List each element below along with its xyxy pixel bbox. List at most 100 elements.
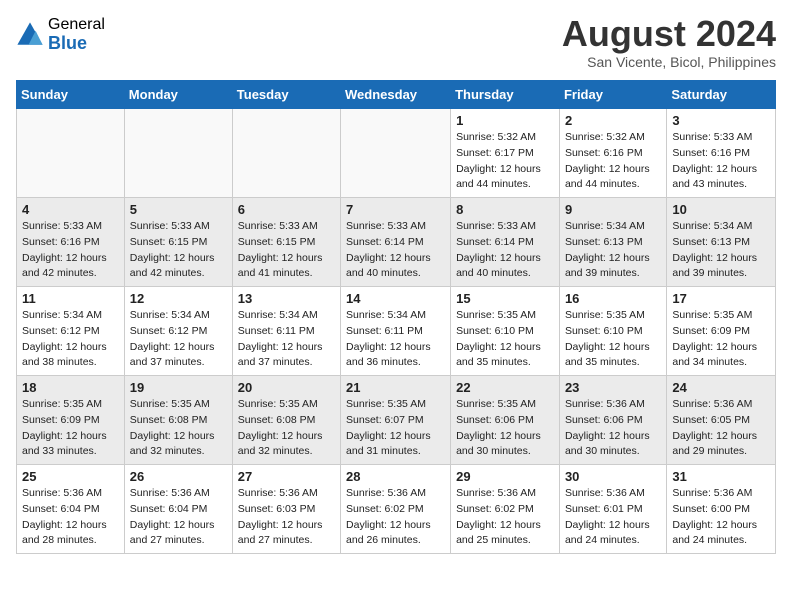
logo-text: General Blue: [48, 16, 105, 53]
day-number: 23: [565, 380, 661, 395]
day-info: Sunrise: 5:35 AM Sunset: 6:10 PM Dayligh…: [456, 308, 554, 371]
day-info: Sunrise: 5:33 AM Sunset: 6:15 PM Dayligh…: [238, 219, 335, 282]
day-number: 12: [130, 291, 227, 306]
calendar-week-row: 4 Sunrise: 5:33 AM Sunset: 6:16 PM Daylig…: [17, 198, 776, 287]
day-info: Sunrise: 5:34 AM Sunset: 6:13 PM Dayligh…: [565, 219, 661, 282]
calendar-cell: 22 Sunrise: 5:35 AM Sunset: 6:06 PM Dayli…: [451, 376, 560, 465]
logo-icon: [16, 21, 44, 49]
day-number: 14: [346, 291, 445, 306]
calendar-cell: 19 Sunrise: 5:35 AM Sunset: 6:08 PM Dayli…: [124, 376, 232, 465]
logo: General Blue: [16, 16, 105, 53]
calendar-cell: [341, 109, 451, 198]
day-info: Sunrise: 5:35 AM Sunset: 6:08 PM Dayligh…: [130, 397, 227, 460]
calendar-cell: [17, 109, 125, 198]
calendar-cell: 3 Sunrise: 5:33 AM Sunset: 6:16 PM Daylig…: [667, 109, 776, 198]
day-number: 13: [238, 291, 335, 306]
calendar-cell: 5 Sunrise: 5:33 AM Sunset: 6:15 PM Daylig…: [124, 198, 232, 287]
day-info: Sunrise: 5:36 AM Sunset: 6:06 PM Dayligh…: [565, 397, 661, 460]
page-header: General Blue August 2024 San Vicente, Bi…: [16, 16, 776, 70]
calendar-cell: 24Sunrise: 5:36 AM Sunset: 6:05 PM Dayli…: [667, 376, 776, 465]
day-number: 8: [456, 202, 554, 217]
day-info: Sunrise: 5:36 AM Sunset: 6:02 PM Dayligh…: [346, 486, 445, 549]
calendar-cell: 1 Sunrise: 5:32 AM Sunset: 6:17 PM Daylig…: [451, 109, 560, 198]
day-number: 5: [130, 202, 227, 217]
day-info: Sunrise: 5:34 AM Sunset: 6:13 PM Dayligh…: [672, 219, 770, 282]
day-number: 9: [565, 202, 661, 217]
day-info: Sunrise: 5:35 AM Sunset: 6:07 PM Dayligh…: [346, 397, 445, 460]
calendar-cell: 31 Sunrise: 5:36 AM Sunset: 6:00 PM Dayli…: [667, 465, 776, 554]
day-info: Sunrise: 5:33 AM Sunset: 6:16 PM Dayligh…: [672, 130, 770, 193]
calendar-cell: 2Sunrise: 5:32 AM Sunset: 6:16 PM Daylig…: [559, 109, 666, 198]
calendar-cell: [124, 109, 232, 198]
day-info: Sunrise: 5:33 AM Sunset: 6:14 PM Dayligh…: [456, 219, 554, 282]
calendar-cell: 27 Sunrise: 5:36 AM Sunset: 6:03 PM Dayli…: [232, 465, 340, 554]
weekday-header-saturday: Saturday: [667, 81, 776, 109]
calendar-cell: 26 Sunrise: 5:36 AM Sunset: 6:04 PM Dayli…: [124, 465, 232, 554]
weekday-header-wednesday: Wednesday: [341, 81, 451, 109]
calendar-cell: 7Sunrise: 5:33 AM Sunset: 6:14 PM Daylig…: [341, 198, 451, 287]
calendar-week-row: 11 Sunrise: 5:34 AM Sunset: 6:12 PM Dayli…: [17, 287, 776, 376]
day-info: Sunrise: 5:33 AM Sunset: 6:15 PM Dayligh…: [130, 219, 227, 282]
calendar-cell: [232, 109, 340, 198]
day-info: Sunrise: 5:35 AM Sunset: 6:10 PM Dayligh…: [565, 308, 661, 371]
calendar-cell: 23 Sunrise: 5:36 AM Sunset: 6:06 PM Dayli…: [559, 376, 666, 465]
day-number: 10: [672, 202, 770, 217]
calendar-cell: 9 Sunrise: 5:34 AM Sunset: 6:13 PM Daylig…: [559, 198, 666, 287]
weekday-header-thursday: Thursday: [451, 81, 560, 109]
day-info: Sunrise: 5:32 AM Sunset: 6:17 PM Dayligh…: [456, 130, 554, 193]
calendar-cell: 12 Sunrise: 5:34 AM Sunset: 6:12 PM Dayli…: [124, 287, 232, 376]
day-info: Sunrise: 5:34 AM Sunset: 6:12 PM Dayligh…: [22, 308, 119, 371]
calendar-cell: 16 Sunrise: 5:35 AM Sunset: 6:10 PM Dayli…: [559, 287, 666, 376]
day-number: 28: [346, 469, 445, 484]
calendar-cell: 25 Sunrise: 5:36 AM Sunset: 6:04 PM Dayli…: [17, 465, 125, 554]
day-number: 31: [672, 469, 770, 484]
location: San Vicente, Bicol, Philippines: [562, 54, 776, 70]
day-info: Sunrise: 5:36 AM Sunset: 6:04 PM Dayligh…: [130, 486, 227, 549]
day-info: Sunrise: 5:35 AM Sunset: 6:06 PM Dayligh…: [456, 397, 554, 460]
day-info: Sunrise: 5:35 AM Sunset: 6:09 PM Dayligh…: [672, 308, 770, 371]
day-number: 1: [456, 113, 554, 128]
calendar-week-row: 1 Sunrise: 5:32 AM Sunset: 6:17 PM Daylig…: [17, 109, 776, 198]
calendar-week-row: 25 Sunrise: 5:36 AM Sunset: 6:04 PM Dayli…: [17, 465, 776, 554]
calendar-cell: 6Sunrise: 5:33 AM Sunset: 6:15 PM Daylig…: [232, 198, 340, 287]
calendar-week-row: 18 Sunrise: 5:35 AM Sunset: 6:09 PM Dayli…: [17, 376, 776, 465]
day-info: Sunrise: 5:36 AM Sunset: 6:03 PM Dayligh…: [238, 486, 335, 549]
day-number: 16: [565, 291, 661, 306]
weekday-header-tuesday: Tuesday: [232, 81, 340, 109]
day-info: Sunrise: 5:34 AM Sunset: 6:12 PM Dayligh…: [130, 308, 227, 371]
day-number: 4: [22, 202, 119, 217]
day-info: Sunrise: 5:34 AM Sunset: 6:11 PM Dayligh…: [238, 308, 335, 371]
calendar-cell: 29 Sunrise: 5:36 AM Sunset: 6:02 PM Dayli…: [451, 465, 560, 554]
day-number: 24: [672, 380, 770, 395]
calendar-cell: 11 Sunrise: 5:34 AM Sunset: 6:12 PM Dayli…: [17, 287, 125, 376]
logo-blue: Blue: [48, 34, 105, 54]
calendar-cell: 30Sunrise: 5:36 AM Sunset: 6:01 PM Dayli…: [559, 465, 666, 554]
day-info: Sunrise: 5:36 AM Sunset: 6:00 PM Dayligh…: [672, 486, 770, 549]
day-number: 20: [238, 380, 335, 395]
day-number: 25: [22, 469, 119, 484]
day-number: 11: [22, 291, 119, 306]
calendar-cell: 20Sunrise: 5:35 AM Sunset: 6:08 PM Dayli…: [232, 376, 340, 465]
title-block: August 2024 San Vicente, Bicol, Philippi…: [562, 16, 776, 70]
month-year: August 2024: [562, 16, 776, 52]
day-number: 21: [346, 380, 445, 395]
day-info: Sunrise: 5:36 AM Sunset: 6:04 PM Dayligh…: [22, 486, 119, 549]
day-number: 17: [672, 291, 770, 306]
day-info: Sunrise: 5:33 AM Sunset: 6:16 PM Dayligh…: [22, 219, 119, 282]
calendar-cell: 14Sunrise: 5:34 AM Sunset: 6:11 PM Dayli…: [341, 287, 451, 376]
day-info: Sunrise: 5:35 AM Sunset: 6:09 PM Dayligh…: [22, 397, 119, 460]
day-info: Sunrise: 5:33 AM Sunset: 6:14 PM Dayligh…: [346, 219, 445, 282]
weekday-header-monday: Monday: [124, 81, 232, 109]
day-number: 18: [22, 380, 119, 395]
day-number: 29: [456, 469, 554, 484]
day-number: 27: [238, 469, 335, 484]
day-number: 26: [130, 469, 227, 484]
weekday-header-friday: Friday: [559, 81, 666, 109]
day-info: Sunrise: 5:36 AM Sunset: 6:02 PM Dayligh…: [456, 486, 554, 549]
day-number: 3: [672, 113, 770, 128]
calendar-cell: 17 Sunrise: 5:35 AM Sunset: 6:09 PM Dayli…: [667, 287, 776, 376]
day-number: 19: [130, 380, 227, 395]
calendar-cell: 28 Sunrise: 5:36 AM Sunset: 6:02 PM Dayli…: [341, 465, 451, 554]
day-number: 15: [456, 291, 554, 306]
day-number: 22: [456, 380, 554, 395]
